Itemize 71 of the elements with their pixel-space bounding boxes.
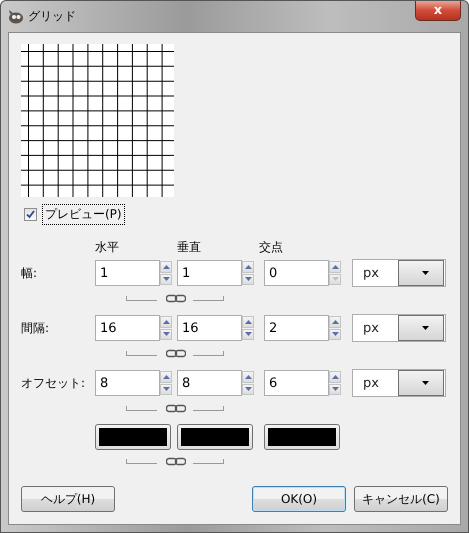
- dialog-button[interactable]: キャンセル(C): [354, 486, 448, 512]
- row-label: 間隔:: [21, 320, 50, 336]
- spin-down-button[interactable]: [242, 328, 254, 340]
- app-icon: [8, 10, 24, 24]
- down-arrow-icon: [332, 332, 338, 336]
- unit-dropdown[interactable]: px: [352, 314, 446, 342]
- spin-up-button[interactable]: [242, 371, 254, 382]
- close-button[interactable]: x: [415, 1, 461, 21]
- column-header: 水平: [95, 239, 120, 256]
- down-arrow-icon: [244, 332, 252, 336]
- up-arrow-icon: [332, 374, 338, 379]
- spin-down-button[interactable]: [329, 328, 341, 340]
- spin-down-button[interactable]: [242, 384, 254, 395]
- dropdown-arrow-icon: [422, 271, 429, 275]
- spin-up-button[interactable]: [160, 261, 172, 272]
- down-arrow-icon: [244, 277, 252, 282]
- column-header: 交点: [259, 239, 284, 256]
- up-arrow-icon: [332, 264, 338, 269]
- spin-down-button[interactable]: [329, 384, 341, 395]
- spin-up-button[interactable]: [329, 261, 341, 272]
- color-button[interactable]: [95, 424, 171, 450]
- preview-checkbox[interactable]: [24, 208, 37, 221]
- number-field[interactable]: 8: [177, 370, 242, 396]
- down-arrow-icon: [332, 277, 338, 282]
- spin-up-button[interactable]: [329, 371, 341, 382]
- spin-down-button[interactable]: [160, 274, 172, 285]
- dialog-button[interactable]: ヘルプ(H): [21, 486, 115, 512]
- number-field[interactable]: 1: [95, 260, 160, 286]
- spin-up-button[interactable]: [242, 261, 254, 272]
- window-title: グリッド: [28, 8, 76, 25]
- up-arrow-icon: [162, 264, 170, 269]
- down-arrow-icon: [332, 387, 338, 392]
- spin-up-button[interactable]: [242, 316, 254, 328]
- chain-link-icon[interactable]: [166, 456, 186, 466]
- up-arrow-icon: [332, 320, 338, 324]
- chain-link-icon[interactable]: [166, 404, 186, 412]
- chain-link-icon[interactable]: [166, 348, 186, 358]
- number-field[interactable]: 16: [95, 315, 160, 341]
- dialog-button[interactable]: OK(O): [252, 486, 346, 512]
- column-header: 垂直: [177, 239, 202, 256]
- up-arrow-icon: [162, 374, 170, 379]
- spin-up-button[interactable]: [329, 316, 341, 328]
- dropdown-arrow-icon: [422, 326, 429, 330]
- up-arrow-icon: [244, 264, 252, 269]
- unit-dropdown[interactable]: px: [352, 369, 446, 397]
- unit-dropdown[interactable]: px: [352, 259, 446, 287]
- preview-label[interactable]: プレビュー(P): [42, 204, 125, 225]
- up-arrow-icon: [162, 320, 170, 324]
- color-button[interactable]: [264, 424, 340, 450]
- spin-down-button[interactable]: [242, 274, 254, 285]
- color-button[interactable]: [177, 424, 253, 450]
- down-arrow-icon: [162, 387, 170, 392]
- down-arrow-icon: [244, 387, 252, 392]
- dropdown-arrow-icon: [422, 381, 429, 385]
- number-field[interactable]: 0: [264, 260, 329, 286]
- spin-up-button[interactable]: [160, 371, 172, 382]
- number-field[interactable]: 2: [264, 315, 329, 341]
- row-label: オフセット:: [21, 374, 86, 392]
- spin-down-button[interactable]: [160, 384, 172, 395]
- number-field[interactable]: 1: [177, 260, 242, 286]
- up-arrow-icon: [244, 320, 252, 324]
- down-arrow-icon: [162, 332, 170, 336]
- row-label: 幅:: [21, 264, 38, 282]
- number-field[interactable]: 16: [177, 315, 242, 341]
- number-field[interactable]: 8: [95, 370, 160, 396]
- number-field[interactable]: 6: [264, 370, 329, 396]
- spin-down-button[interactable]: [160, 328, 172, 340]
- chain-link-icon[interactable]: [166, 294, 186, 302]
- up-arrow-icon: [244, 374, 252, 379]
- down-arrow-icon: [162, 277, 170, 282]
- spin-up-button[interactable]: [160, 316, 172, 328]
